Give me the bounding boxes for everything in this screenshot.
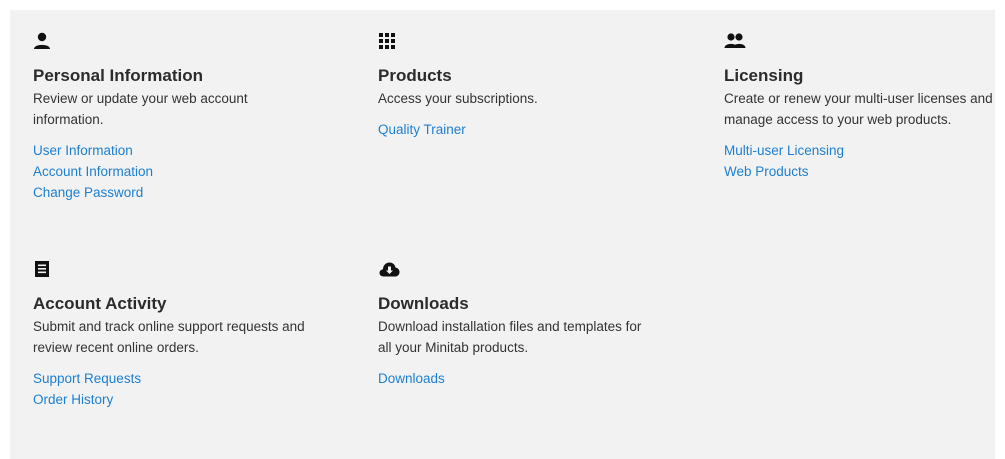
card-description: Access your subscriptions.: [378, 91, 538, 106]
cloud-download-icon: [378, 260, 400, 278]
change-password-link[interactable]: Change Password: [33, 182, 143, 203]
card-title: Downloads: [378, 294, 469, 313]
person-icon: [33, 32, 55, 50]
personal-information-card: Personal Information Review or update yo…: [33, 32, 353, 203]
card-links: Quality Trainer: [378, 119, 698, 140]
account-information-link[interactable]: Account Information: [33, 161, 153, 182]
card-title: Personal Information: [33, 66, 204, 85]
card-links: Downloads: [378, 368, 698, 389]
products-card: Products Access your subscriptions. Qual…: [378, 32, 698, 140]
card-title: Account Activity: [33, 294, 167, 313]
user-information-link[interactable]: User Information: [33, 140, 133, 161]
card-description: Submit and track online support requests…: [33, 319, 305, 355]
support-requests-link[interactable]: Support Requests: [33, 368, 141, 389]
card-description: Create or renew your multi-user licenses…: [724, 91, 993, 127]
downloads-link[interactable]: Downloads: [378, 368, 445, 389]
quality-trainer-link[interactable]: Quality Trainer: [378, 119, 466, 140]
grid-icon: [378, 32, 400, 50]
order-history-link[interactable]: Order History: [33, 389, 113, 410]
card-description: Review or update your web account inform…: [33, 91, 248, 127]
people-icon: [724, 32, 746, 50]
account-activity-card: Account Activity Submit and track online…: [33, 260, 353, 410]
multi-user-licensing-link[interactable]: Multi-user Licensing: [724, 140, 844, 161]
card-links: User Information Account Information Cha…: [33, 140, 353, 203]
card-title: Licensing: [724, 66, 804, 85]
web-products-link[interactable]: Web Products: [724, 161, 809, 182]
downloads-card: Downloads Download installation files an…: [378, 260, 698, 389]
account-panel: Personal Information Review or update yo…: [10, 10, 995, 459]
receipt-icon: [33, 260, 55, 278]
licensing-card: Licensing Create or renew your multi-use…: [724, 32, 1005, 182]
card-links: Support Requests Order History: [33, 368, 353, 410]
card-links: Multi-user Licensing Web Products: [724, 140, 1005, 182]
card-description: Download installation files and template…: [378, 319, 642, 355]
card-title: Products: [378, 66, 452, 85]
